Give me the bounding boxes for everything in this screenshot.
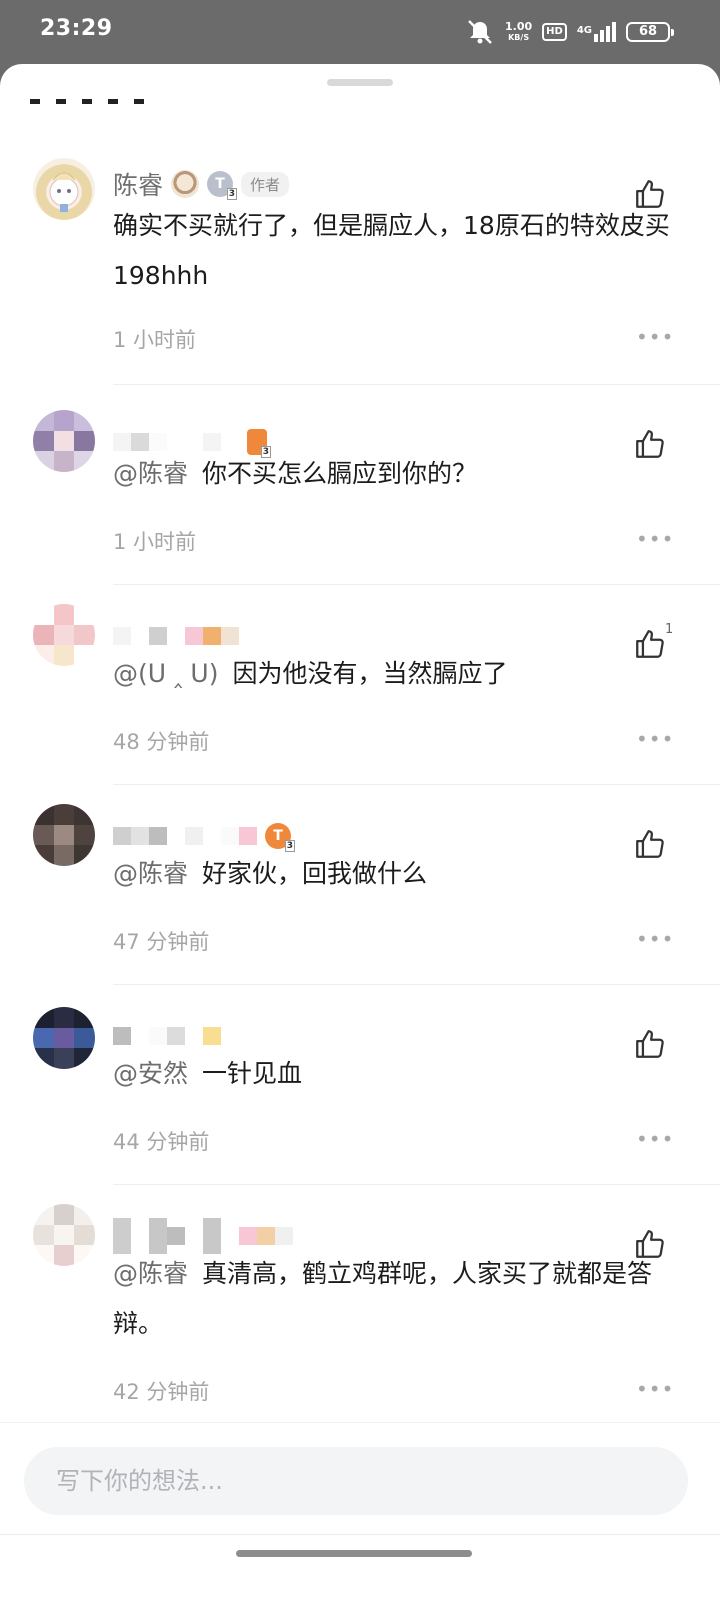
level-badge-letter: T [215, 176, 225, 192]
comment-time: 1 小时前 [113, 328, 197, 352]
like-count: 1 [665, 622, 674, 637]
avatar[interactable] [33, 1007, 95, 1069]
level-badge-letter: T [273, 828, 283, 844]
comment-text: 确实不买就行了，但是膈应人，18原石的特效皮买198hhh [113, 211, 670, 290]
net-speed: 1.00 KB/S [505, 21, 532, 43]
status-time: 23:29 [40, 16, 113, 41]
comment-input[interactable]: 写下你的想法... [24, 1447, 688, 1515]
comment-header: 陈睿 T3 作者 [113, 164, 290, 204]
more-options-icon[interactable]: ••• [636, 1379, 674, 1399]
comment-text: @安然 一针见血 [113, 1049, 688, 1099]
nav-divider [0, 1534, 720, 1535]
comment-item: @安然 一针见血 44 分钟前 ••• [0, 1004, 720, 1204]
more-options-icon[interactable]: ••• [636, 327, 674, 347]
username-blurred[interactable] [113, 822, 257, 850]
comment-time: 48 分钟前 [113, 730, 210, 754]
username-blurred[interactable] [113, 1022, 221, 1050]
divider [113, 384, 720, 385]
username[interactable]: 陈睿 [113, 166, 163, 202]
status-icons: 1.00 KB/S HD 4G 68 [465, 18, 674, 46]
comment-text: @(ᑌ ‸ ᑌ) 因为他没有，当然膈应了 [113, 649, 688, 699]
divider [113, 984, 720, 985]
home-indicator[interactable] [236, 1550, 472, 1557]
mention-link[interactable]: @陈睿 [113, 459, 188, 488]
comment-input-bar: 写下你的想法... [0, 1422, 720, 1600]
comment-item: 陈睿 T3 作者 确实不买就行了，但是膈应人，18原石的特效皮买198hhh 1… [0, 154, 720, 394]
avatar[interactable] [33, 410, 95, 472]
level-badge: T3 [207, 171, 238, 200]
comment-text-body: 真清高，鹤立鸡群呢，人家买了就都是答辩。 [113, 1259, 653, 1338]
sheet-title-cropped [30, 90, 190, 104]
comment-time: 42 分钟前 [113, 1380, 210, 1404]
comment-text-body: 一针见血 [202, 1059, 303, 1088]
sheet-drag-handle[interactable] [327, 79, 393, 86]
username-blurred[interactable] [113, 622, 239, 650]
status-bar: 23:29 1.00 KB/S HD 4G 68 [0, 0, 720, 64]
comment-text-body: 好家伙，回我做什么 [202, 859, 428, 888]
comment-item: 1 @(ᑌ ‸ ᑌ) 因为他没有，当然膈应了 48 分钟前 ••• [0, 604, 720, 804]
mute-notification-icon [468, 20, 492, 44]
mention-link[interactable]: @安然 [113, 1059, 188, 1088]
comment-time: 44 分钟前 [113, 1130, 210, 1154]
net-speed-value: 1.00 [505, 20, 533, 33]
comment-item: T3 @陈睿 好家伙，回我做什么 47 分钟前 ••• [0, 804, 720, 1004]
avatar[interactable] [33, 158, 95, 220]
divider [113, 584, 720, 585]
network-type: 4G [576, 25, 592, 36]
avatar[interactable] [33, 1204, 95, 1266]
mention-link[interactable]: @陈睿 [113, 1259, 188, 1288]
avatar-art [49, 172, 79, 212]
comment-item: @陈睿 真清高，鹤立鸡群呢，人家买了就都是答辩。 42 分钟前 ••• [0, 1204, 720, 1434]
mascot-badge-icon [171, 170, 200, 198]
more-options-icon[interactable]: ••• [636, 729, 674, 749]
divider [113, 784, 720, 785]
avatar[interactable] [33, 804, 95, 866]
comment-time: 47 分钟前 [113, 930, 210, 954]
mention-link[interactable]: @(ᑌ ‸ ᑌ) [113, 659, 218, 688]
comment-text-body: 因为他没有，当然膈应了 [232, 659, 508, 688]
divider [113, 1184, 720, 1185]
comment-time: 1 小时前 [113, 530, 197, 554]
mention-link[interactable]: @陈睿 [113, 859, 188, 888]
more-options-icon[interactable]: ••• [636, 1129, 674, 1149]
comment-text: @陈睿 好家伙，回我做什么 [113, 849, 688, 899]
more-options-icon[interactable]: ••• [636, 929, 674, 949]
level-badge: T3 [265, 823, 295, 852]
battery-icon: 68 [626, 22, 674, 42]
comment-text: @陈睿 真清高，鹤立鸡群呢，人家买了就都是答辩。 [113, 1249, 688, 1349]
comment-text: @陈睿 你不买怎么膈应到你的？ [113, 449, 688, 499]
net-speed-unit: KB/S [508, 33, 530, 42]
comment-text-body: 你不买怎么膈应到你的？ [202, 459, 478, 488]
comment-sheet: 陈睿 T3 作者 确实不买就行了，但是膈应人，18原石的特效皮买198hhh 1… [0, 64, 720, 1600]
avatar[interactable] [33, 604, 95, 666]
author-tag: 作者 [241, 171, 290, 197]
more-options-icon[interactable]: ••• [636, 529, 674, 549]
comment-item: 3 @陈睿 你不买怎么膈应到你的？ 1 小时前 ••• [0, 404, 720, 604]
signal-icon: 4G [577, 22, 616, 42]
hd-badge: HD [542, 23, 567, 41]
